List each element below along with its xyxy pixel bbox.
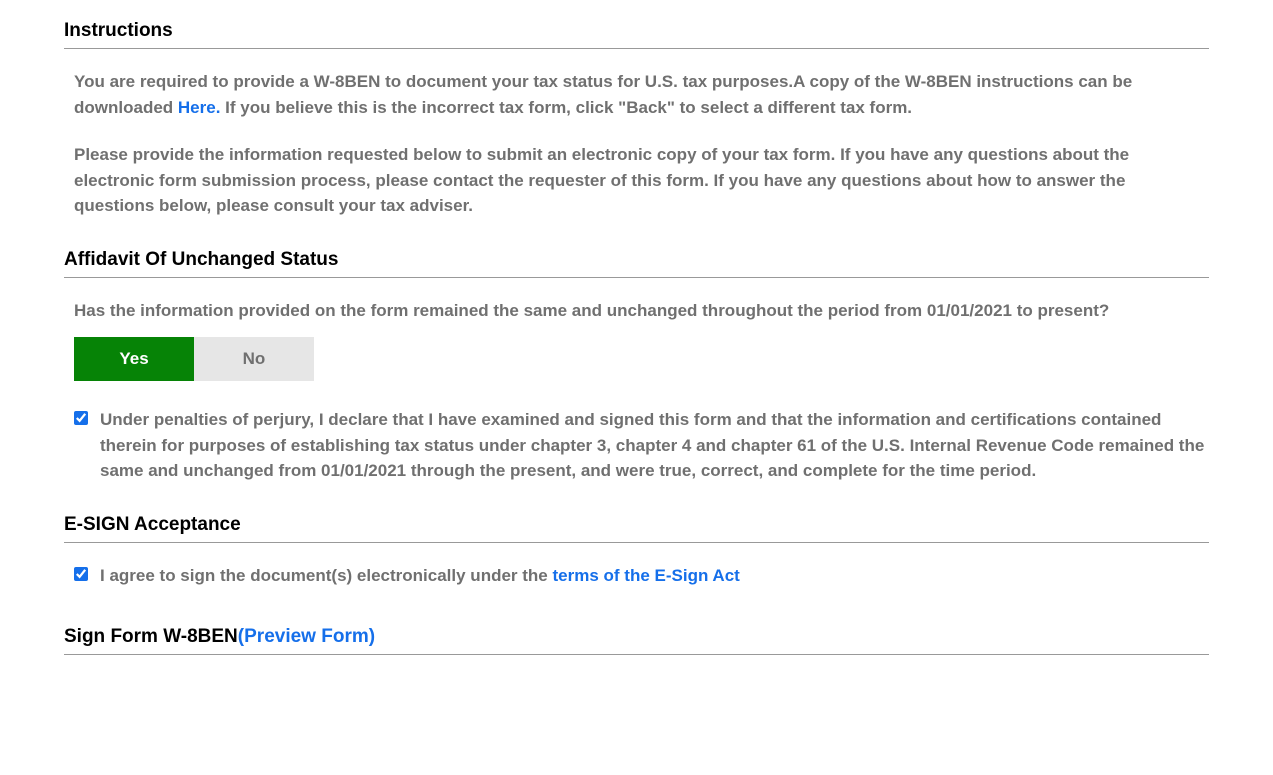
esign-agree-text: I agree to sign the document(s) electron…	[100, 563, 740, 589]
perjury-checkbox[interactable]	[74, 411, 88, 425]
sign-form-heading-text: Sign Form W-8BEN	[64, 626, 238, 647]
yes-button[interactable]: Yes	[74, 337, 194, 381]
esign-checkbox-row: I agree to sign the document(s) electron…	[74, 563, 1209, 589]
no-button[interactable]: No	[194, 337, 314, 381]
preview-form-link[interactable]: (Preview Form)	[238, 626, 375, 647]
affidavit-toggle: Yes No	[74, 337, 1209, 381]
instructions-paragraph-1: You are required to provide a W-8BEN to …	[74, 69, 1209, 120]
sign-form-heading: Sign Form W-8BEN(Preview Form)	[64, 626, 1209, 655]
perjury-text: Under penalties of perjury, I declare th…	[100, 407, 1209, 484]
affidavit-question: Has the information provided on the form…	[74, 298, 1209, 324]
esign-terms-link[interactable]: terms of the E-Sign Act	[552, 566, 739, 585]
instructions-heading: Instructions	[64, 20, 1209, 49]
esign-heading: E-SIGN Acceptance	[64, 514, 1209, 543]
esign-agree-before: I agree to sign the document(s) electron…	[100, 566, 552, 585]
instructions-para1-text-after: If you believe this is the incorrect tax…	[220, 98, 912, 117]
perjury-checkbox-row: Under penalties of perjury, I declare th…	[74, 407, 1209, 484]
affidavit-heading: Affidavit Of Unchanged Status	[64, 249, 1209, 278]
download-here-link[interactable]: Here.	[178, 98, 221, 117]
instructions-paragraph-2: Please provide the information requested…	[74, 142, 1209, 219]
esign-checkbox[interactable]	[74, 567, 88, 581]
